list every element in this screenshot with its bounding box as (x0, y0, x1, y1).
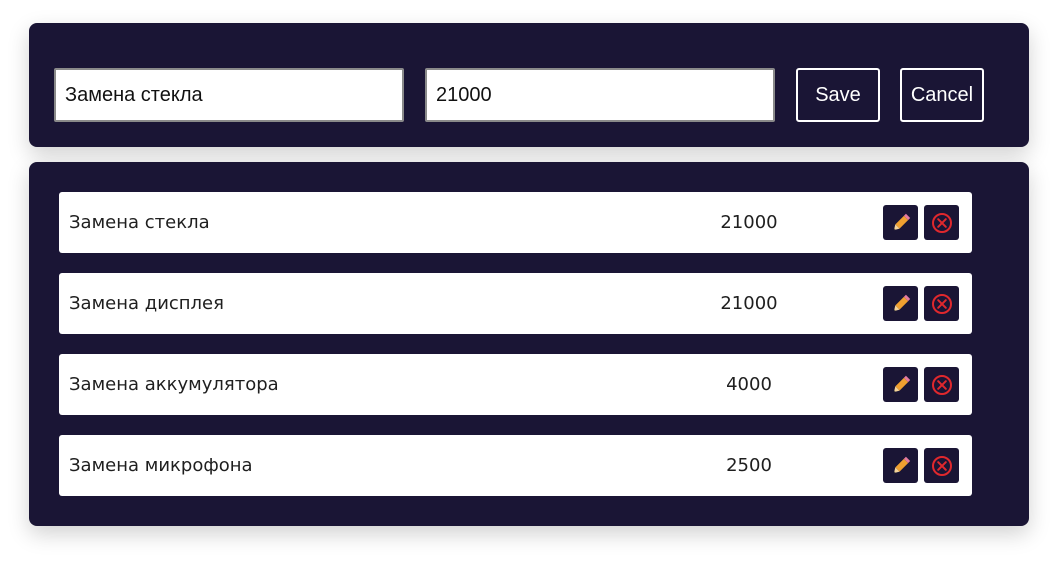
service-name: Замена стекла (69, 212, 210, 233)
edit-form-panel: Save Cancel (29, 23, 1029, 147)
pencil-icon (893, 375, 910, 392)
list-item: Замена аккумулятора 4000 (59, 354, 972, 415)
delete-button[interactable] (924, 205, 959, 240)
service-name: Замена микрофона (69, 455, 253, 476)
service-list-panel: Замена стекла 21000 Замена дисплея 21000 (29, 162, 1029, 526)
list-item: Замена стекла 21000 (59, 192, 972, 253)
edit-button[interactable] (883, 448, 918, 483)
service-price-input[interactable] (425, 68, 775, 122)
delete-button[interactable] (924, 448, 959, 483)
service-price: 21000 (720, 212, 778, 233)
service-price: 2500 (726, 455, 772, 476)
close-circle-icon (931, 212, 952, 233)
edit-button[interactable] (883, 286, 918, 321)
edit-button[interactable] (883, 367, 918, 402)
list-item: Замена микрофона 2500 (59, 435, 972, 496)
save-button[interactable]: Save (796, 68, 880, 122)
pencil-icon (893, 456, 910, 473)
pencil-icon (893, 213, 910, 230)
list-item: Замена дисплея 21000 (59, 273, 972, 334)
pencil-icon (893, 294, 910, 311)
close-circle-icon (931, 374, 952, 395)
edit-button[interactable] (883, 205, 918, 240)
delete-button[interactable] (924, 286, 959, 321)
service-price: 4000 (726, 374, 772, 395)
service-name: Замена аккумулятора (69, 374, 279, 395)
close-circle-icon (931, 293, 952, 314)
service-name: Замена дисплея (69, 293, 224, 314)
service-name-input[interactable] (54, 68, 404, 122)
delete-button[interactable] (924, 367, 959, 402)
service-price: 21000 (720, 293, 778, 314)
cancel-button[interactable]: Cancel (900, 68, 984, 122)
close-circle-icon (931, 455, 952, 476)
